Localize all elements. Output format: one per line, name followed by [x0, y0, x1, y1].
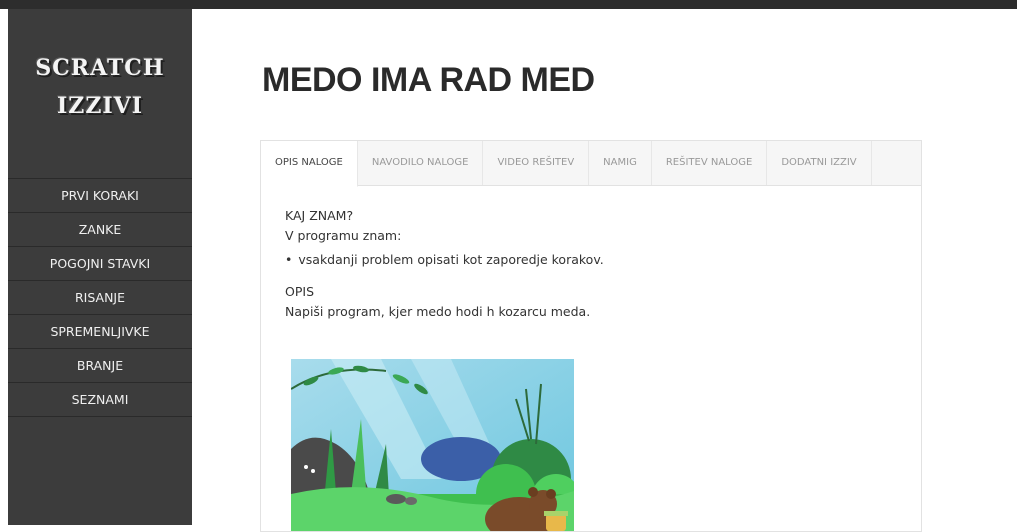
know-list: vsakdanji problem opisati kot zaporedje … [285, 250, 897, 270]
tab-opis-naloge[interactable]: OPIS NALOGE [261, 141, 358, 187]
sidebar-item-branje[interactable]: BRANJE [8, 349, 192, 383]
description-text: Napiši program, kjer medo hodi h kozarcu… [285, 304, 591, 319]
tab-resitev-naloge[interactable]: REŠITEV NALOGE [652, 141, 768, 185]
sidebar-nav: PRVI KORAKI ZANKE POGOJNI STAVKI RISANJE… [8, 178, 192, 417]
tab-namig[interactable]: NAMIG [589, 141, 652, 185]
sidebar-item-spremenljivke[interactable]: SPREMENLJIVKE [8, 315, 192, 349]
description-heading: OPIS [285, 284, 314, 299]
tab-bar: OPIS NALOGE NAVODILO NALOGE VIDEO REŠITE… [261, 141, 921, 187]
sidebar-item-prvi-koraki[interactable]: PRVI KORAKI [8, 179, 192, 213]
sidebar-item-zanke[interactable]: ZANKE [8, 213, 192, 247]
list-item: vsakdanji problem opisati kot zaporedje … [285, 250, 897, 270]
forest-bear-illustration [291, 359, 574, 531]
know-heading: KAJ ZNAM? [285, 208, 354, 223]
page-title: MEDO IMA RAD MED [262, 61, 595, 99]
sidebar: SCRATCH IZZIVI PRVI KORAKI ZANKE POGOJNI… [8, 9, 192, 525]
sidebar-item-pogojni-stavki[interactable]: POGOJNI STAVKI [8, 247, 192, 281]
tab-content: KAJ ZNAM? V programu znam: vsakdanji pro… [261, 186, 921, 322]
tab-navodilo-naloge[interactable]: NAVODILO NALOGE [358, 141, 484, 185]
logo-line-1: SCRATCH [35, 55, 165, 81]
main-content: MEDO IMA RAD MED OPIS NALOGE NAVODILO NA… [192, 9, 1017, 532]
know-intro: V programu znam: [285, 228, 402, 243]
sidebar-item-seznami[interactable]: SEZNAMI [8, 383, 192, 417]
logo-line-2: IZZIVI [56, 93, 144, 119]
tab-video-resitev[interactable]: VIDEO REŠITEV [483, 141, 590, 185]
task-panel: OPIS NALOGE NAVODILO NALOGE VIDEO REŠITE… [260, 140, 922, 532]
top-bar [0, 0, 1017, 9]
site-logo[interactable]: SCRATCH IZZIVI [8, 49, 192, 125]
tab-dodatni-izziv[interactable]: DODATNI IZZIV [767, 141, 872, 185]
task-illustration [291, 359, 574, 531]
sidebar-item-risanje[interactable]: RISANJE [8, 281, 192, 315]
